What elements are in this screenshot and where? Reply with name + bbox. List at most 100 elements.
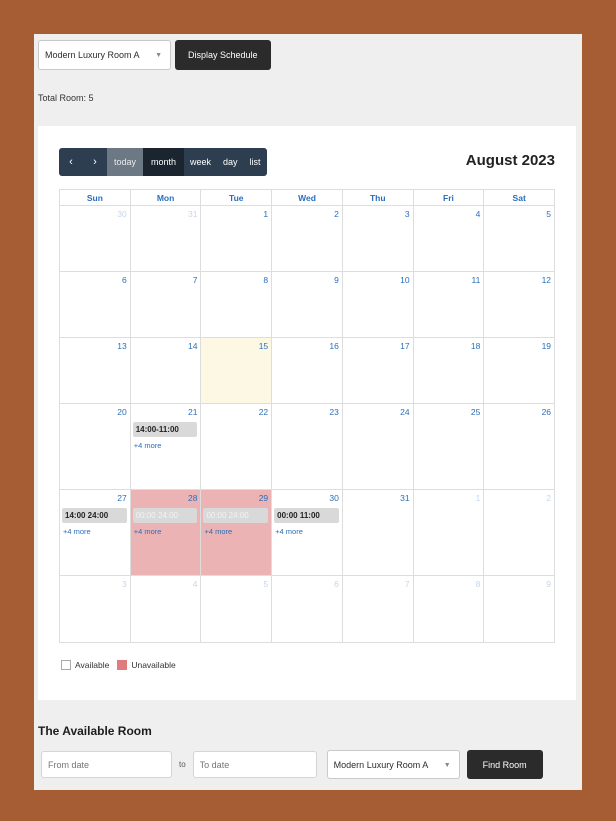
calendar-day[interactable]: 13 [60,338,131,403]
calendar-day[interactable]: 1 [201,206,273,271]
day-number[interactable]: 23 [274,407,338,420]
day-number[interactable]: 7 [345,579,410,592]
calendar-day[interactable]: 2 [484,490,554,575]
calendar-event[interactable]: 14:00-11:00 [132,422,198,437]
day-number[interactable]: 1 [416,493,481,506]
day-number[interactable]: 19 [486,341,551,354]
day-number[interactable]: 24 [345,407,409,420]
search-room-select[interactable]: Modern Luxury Room A ▼ [326,750,460,779]
calendar-day[interactable]: 27 14:00 24:00 +4 more [60,490,131,575]
room-select[interactable]: Modern Luxury Room A ▼ [38,40,171,70]
calendar-day-today[interactable]: 15 [201,338,273,403]
day-number[interactable]: 31 [133,209,197,222]
calendar-day[interactable]: 30 [60,206,131,271]
day-number[interactable]: 9 [274,275,339,288]
prev-button[interactable]: ‹ [59,148,83,176]
day-number[interactable]: 25 [416,407,480,420]
calendar-day-unavailable[interactable]: 28 00:00 24:00 +4 more [130,490,202,575]
calendar-day[interactable]: 31 [343,490,414,575]
day-number[interactable]: 7 [133,275,198,288]
day-number[interactable]: 14 [133,341,197,354]
more-events-link[interactable]: +4 more [275,527,339,536]
day-number[interactable]: 20 [62,407,126,420]
calendar-day[interactable]: 21 14:00-11:00 +4 more [131,404,202,489]
calendar-day[interactable]: 22 [201,404,273,489]
day-number[interactable]: 6 [274,579,339,592]
day-number[interactable]: 30 [62,209,126,222]
day-number[interactable]: 5 [486,209,551,222]
calendar-day[interactable]: 1 [414,490,485,575]
calendar-day[interactable]: 10 [343,272,414,337]
calendar-day[interactable]: 9 [484,576,554,642]
next-button[interactable]: › [83,148,107,176]
day-number[interactable]: 30 [274,493,338,506]
to-date-input[interactable] [192,751,317,778]
calendar-day[interactable]: 8 [414,576,485,642]
day-number[interactable]: 3 [345,209,410,222]
calendar-day[interactable]: 25 [414,404,485,489]
view-day-button[interactable]: day [217,148,244,176]
day-number[interactable]: 26 [486,407,551,420]
more-events-link[interactable]: +4 more [134,441,198,450]
day-number[interactable]: 3 [62,579,127,592]
day-number[interactable]: 8 [203,275,268,288]
calendar-day[interactable]: 3 [343,206,414,271]
calendar-day[interactable]: 31 [131,206,202,271]
day-number[interactable]: 12 [486,275,551,288]
day-number[interactable]: 16 [274,341,338,354]
calendar-event[interactable]: 14:00 24:00 [62,508,127,523]
find-room-button[interactable]: Find Room [466,750,543,779]
day-number[interactable]: 4 [416,209,481,222]
calendar-day[interactable]: 26 [484,404,554,489]
today-button[interactable]: today [107,148,143,176]
day-number[interactable]: 4 [133,579,198,592]
calendar-event[interactable]: 00:00 24:00 [203,508,269,523]
calendar-day[interactable]: 23 [272,404,343,489]
calendar-day[interactable]: 18 [414,338,485,403]
calendar-day[interactable]: 9 [272,272,343,337]
day-number[interactable]: 28 [133,493,197,506]
calendar-day[interactable]: 30 00:00 11:00 +4 more [272,490,343,575]
more-events-link[interactable]: +4 more [63,527,127,536]
day-number[interactable]: 31 [345,493,409,506]
day-number[interactable]: 6 [62,275,127,288]
calendar-day[interactable]: 12 [484,272,554,337]
day-number[interactable]: 2 [274,209,339,222]
calendar-day[interactable]: 16 [272,338,343,403]
day-number[interactable]: 2 [486,493,551,506]
day-number[interactable]: 29 [203,493,268,506]
calendar-day[interactable]: 11 [414,272,485,337]
day-number[interactable]: 17 [345,341,409,354]
calendar-day[interactable]: 8 [201,272,273,337]
calendar-day[interactable]: 19 [484,338,554,403]
calendar-event[interactable]: 00:00 24:00 [132,508,198,523]
calendar-day[interactable]: 17 [343,338,414,403]
day-number[interactable]: 10 [345,275,409,288]
calendar-day[interactable]: 20 [60,404,131,489]
view-week-button[interactable]: week [184,148,217,176]
day-number[interactable]: 27 [62,493,126,506]
day-number[interactable]: 21 [133,407,197,420]
calendar-day[interactable]: 5 [484,206,554,271]
view-month-button[interactable]: month [143,148,184,176]
day-number[interactable]: 8 [416,579,481,592]
calendar-day-unavailable[interactable]: 29 00:00 24:00 +4 more [201,490,273,575]
day-number[interactable]: 13 [62,341,126,354]
calendar-day[interactable]: 7 [343,576,414,642]
more-events-link[interactable]: +4 more [134,527,198,536]
display-schedule-button[interactable]: Display Schedule [175,40,271,70]
calendar-day[interactable]: 24 [343,404,414,489]
calendar-day[interactable]: 4 [414,206,485,271]
day-number[interactable]: 15 [203,341,268,354]
day-number[interactable]: 22 [203,407,268,420]
calendar-day[interactable]: 2 [272,206,343,271]
calendar-day[interactable]: 14 [131,338,202,403]
from-date-input[interactable] [41,751,172,778]
day-number[interactable]: 1 [203,209,268,222]
calendar-day[interactable]: 5 [201,576,273,642]
more-events-link[interactable]: +4 more [204,527,268,536]
view-list-button[interactable]: list [244,148,267,176]
calendar-day[interactable]: 4 [131,576,202,642]
calendar-day[interactable]: 6 [272,576,343,642]
day-number[interactable]: 11 [416,275,480,288]
